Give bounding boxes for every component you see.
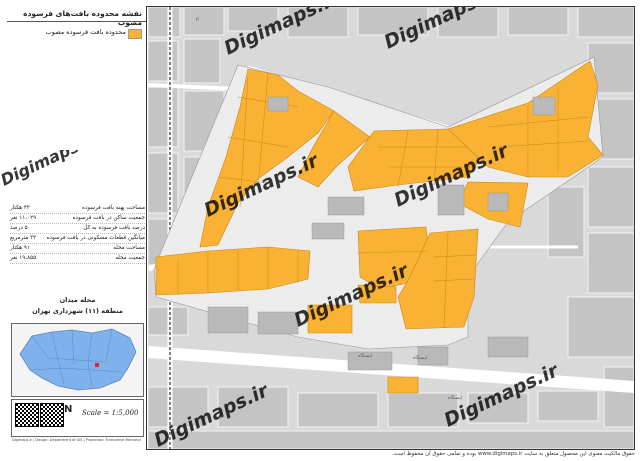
map-canvas[interactable]: ایستگاه ایستگاه ایستگاه P Digimaps.ir Digi… (148, 7, 634, 449)
locator-highlight (95, 363, 99, 367)
locator-map-svg (19, 328, 137, 391)
credit-text: Digimaps.ir | Design: Department of GIS … (12, 438, 142, 442)
fabric-area-isolated (387, 376, 419, 394)
locator-title: محله میدان (59, 296, 96, 304)
legend-swatch-fabric (128, 29, 142, 39)
svg-text:ایستگاه: ایستگاه (413, 354, 427, 361)
north-arrow-icon: N (64, 404, 73, 415)
map-svg: ایستگاه ایستگاهایستگاه P Digimaps.ir Digi… (148, 7, 634, 449)
info-box: N Scale = 1:5,000 (11, 399, 144, 437)
svg-text:Digimaps.ir: Digimaps.ir (0, 150, 101, 190)
map-title: نقشه محدوده بافت‌های فرسوده مصوب (7, 6, 146, 27)
svg-text:ایستگاه: ایستگاه (448, 394, 462, 401)
svg-text:ایستگاه: ایستگاه (358, 352, 372, 359)
scale-text: Scale = 1:5,000 (82, 409, 139, 417)
tehran-districts-shape (19, 328, 137, 391)
qr-code-icon (40, 403, 64, 427)
sidebar-watermarks: Digimaps.ir (0, 150, 101, 190)
locator-map (11, 323, 144, 397)
footer-copyright: حقوق مالکیت معنوی این محصول متعلق به سای… (391, 451, 635, 457)
locator-subtitle: منطقه (۱۱) شهرداری تهران (32, 307, 123, 315)
qr-code-icon (15, 403, 39, 427)
svg-text:P: P (196, 17, 199, 23)
legend-label: محدوده بافت فرسوده مصوب (45, 28, 126, 36)
legend-item: محدوده بافت فرسوده مصوب (12, 28, 142, 40)
